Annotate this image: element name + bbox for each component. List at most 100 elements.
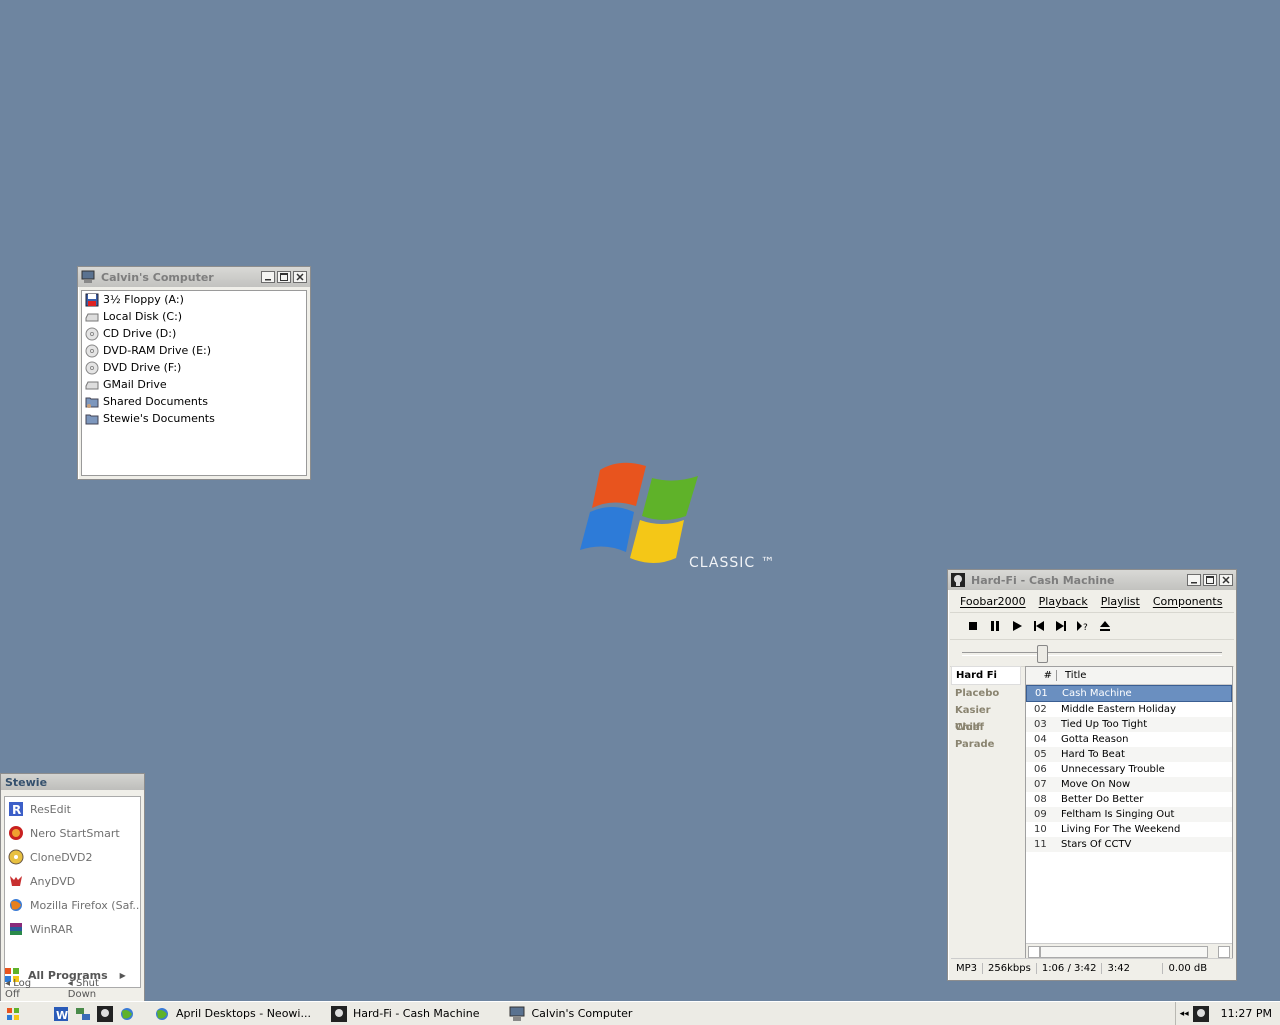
task-computer[interactable]: Calvin's Computer [509, 1006, 632, 1022]
stop-button[interactable] [962, 617, 984, 635]
maximize-button[interactable] [277, 271, 291, 283]
task-browser[interactable]: April Desktops - Neowi... [154, 1006, 311, 1022]
artist-item[interactable]: Kasier Chief [951, 702, 1021, 733]
menu-item-firefox[interactable]: Mozilla Firefox (Saf... [5, 893, 140, 917]
drive-item-floppy[interactable]: 3½ Floppy (A:) [82, 291, 306, 308]
track-title: Tied Up Too Tight [1061, 719, 1148, 730]
artist-item[interactable]: Wolf Parade [951, 719, 1021, 750]
clock[interactable]: 11:27 PM [1221, 1007, 1272, 1020]
menu-item-winrar[interactable]: WinRAR [5, 917, 140, 941]
folder-icon [85, 414, 99, 424]
horizontal-scrollbar[interactable] [1026, 943, 1232, 958]
start-icon [7, 1007, 19, 1020]
track-row[interactable]: 05 Hard To Beat [1026, 747, 1232, 762]
random-button[interactable]: ? [1072, 617, 1094, 635]
drive-item-shared-documents[interactable]: Shared Documents [82, 393, 306, 410]
next-button[interactable] [1050, 617, 1072, 635]
menu-playlist[interactable]: Playlist [1101, 595, 1140, 608]
foobar-tray-icon[interactable] [1192, 1005, 1209, 1022]
track-number: 02 [1034, 704, 1047, 715]
track-row[interactable]: 08 Better Do Better [1026, 792, 1232, 807]
menu-item-label: Nero StartSmart [30, 826, 120, 840]
column-title[interactable]: Title [1057, 670, 1086, 681]
track-row[interactable]: 06 Unnecessary Trouble [1026, 762, 1232, 777]
clonedvd-icon [8, 849, 24, 865]
track-number: 03 [1034, 719, 1047, 730]
drive-label: Local Disk (C:) [103, 310, 183, 323]
track-number: 10 [1034, 824, 1047, 835]
drive-label: Stewie's Documents [103, 412, 215, 425]
quick-launch-foobar[interactable] [96, 1005, 114, 1023]
minimize-button[interactable] [1187, 574, 1201, 586]
track-row[interactable]: 01 Cash Machine [1026, 685, 1232, 702]
menu-item-label: AnyDVD [30, 874, 76, 888]
winrar-icon [10, 923, 22, 935]
menu-item-anydvd[interactable]: AnyDVD [5, 869, 140, 893]
track-title: Stars Of CCTV [1061, 839, 1132, 850]
title-bar[interactable]: Calvin's Computer [78, 267, 310, 287]
seek-thumb[interactable] [1036, 645, 1048, 663]
menu-components[interactable]: Components [1153, 595, 1223, 608]
menu-item-clonedvd[interactable]: CloneDVD2 [5, 845, 140, 869]
track-title: Unnecessary Trouble [1061, 764, 1165, 775]
taskbar: W April Desktops - Neowi... Hard-Fi - Ca… [0, 1001, 1280, 1025]
task-foobar[interactable]: Hard-Fi - Cash Machine [330, 1005, 479, 1022]
log-off-button[interactable]: ◂ Log Off [5, 978, 50, 1000]
menu-playback[interactable]: Playback [1039, 595, 1088, 608]
drive-label: 3½ Floppy (A:) [103, 293, 184, 306]
cd-drive-icon [85, 327, 99, 340]
drive-item-dvd-ram[interactable]: DVD-RAM Drive (E:) [82, 342, 306, 359]
scroll-left-button[interactable] [1028, 946, 1040, 958]
playlist: # Title 01 Cash Machine 02 Middle Eastern H… [1025, 666, 1233, 959]
scroll-thumb[interactable] [1040, 946, 1208, 958]
track-row[interactable]: 02 Middle Eastern Holiday [1026, 702, 1232, 717]
drive-item-cd[interactable]: CD Drive (D:) [82, 325, 306, 342]
track-title: Feltham Is Singing Out [1061, 809, 1175, 820]
quick-launch-word[interactable]: W [52, 1005, 70, 1023]
scroll-right-button[interactable] [1218, 946, 1230, 958]
minimize-button[interactable] [261, 271, 275, 283]
track-row[interactable]: 09 Feltham Is Singing Out [1026, 807, 1232, 822]
drive-item-dvd[interactable]: DVD Drive (F:) [82, 359, 306, 376]
tray-collapse-icon[interactable]: ◂◂ [1180, 1009, 1189, 1019]
menu-item-label: Mozilla Firefox (Saf... [30, 898, 140, 912]
menu-item-resedit[interactable]: R ResEdit [5, 797, 140, 821]
foobar-icon [97, 1005, 113, 1022]
seek-bar[interactable] [950, 640, 1234, 667]
play-button[interactable] [1006, 617, 1028, 635]
pause-button[interactable] [984, 617, 1006, 635]
foobar-window[interactable]: Hard-Fi - Cash Machine Foobar2000 Playba… [947, 569, 1237, 981]
track-row[interactable]: 10 Living For The Weekend [1026, 822, 1232, 837]
computer-window[interactable]: Calvin's Computer 3½ Floppy (A:) Local D… [77, 266, 311, 480]
column-number[interactable]: # [1026, 670, 1057, 681]
track-row[interactable]: 03 Tied Up Too Tight [1026, 717, 1232, 732]
minimize-icon [265, 279, 271, 281]
computer-icon [509, 1006, 525, 1021]
track-row[interactable]: 11 Stars Of CCTV [1026, 837, 1232, 852]
status-volume: 0.00 dB [1168, 962, 1208, 974]
eject-button[interactable] [1094, 617, 1116, 635]
quick-launch-network[interactable] [74, 1005, 92, 1023]
close-button[interactable] [1219, 574, 1233, 586]
track-row[interactable]: 07 Move On Now [1026, 777, 1232, 792]
title-bar[interactable]: Hard-Fi - Cash Machine [948, 570, 1236, 590]
menu-item-nero[interactable]: Nero StartSmart [5, 821, 140, 845]
maximize-button[interactable] [1203, 574, 1217, 586]
start-button[interactable] [4, 1005, 22, 1023]
close-button[interactable] [293, 271, 307, 283]
artist-item[interactable]: Hard Fi [951, 666, 1021, 685]
drive-item-stewies-documents[interactable]: Stewie's Documents [82, 410, 306, 427]
quick-launch-browser[interactable] [118, 1005, 136, 1023]
program-list: R ResEdit Nero StartSmart CloneDVD2 AnyD… [4, 796, 141, 988]
eject-icon [1100, 621, 1110, 631]
artist-item[interactable]: Placebo [951, 685, 1021, 702]
drive-item-gmail[interactable]: GMail Drive [82, 376, 306, 393]
previous-button[interactable] [1028, 617, 1050, 635]
session-buttons: ◂ Log Off ◂ Shut Down [5, 978, 144, 1000]
shut-down-button[interactable]: ◂ Shut Down [68, 978, 126, 1000]
track-row[interactable]: 04 Gotta Reason [1026, 732, 1232, 747]
window-title: Hard-Fi - Cash Machine [971, 573, 1115, 587]
menu-foobar2000[interactable]: Foobar2000 [960, 595, 1026, 608]
computer-icon [81, 270, 95, 283]
drive-item-local-disk[interactable]: Local Disk (C:) [82, 308, 306, 325]
